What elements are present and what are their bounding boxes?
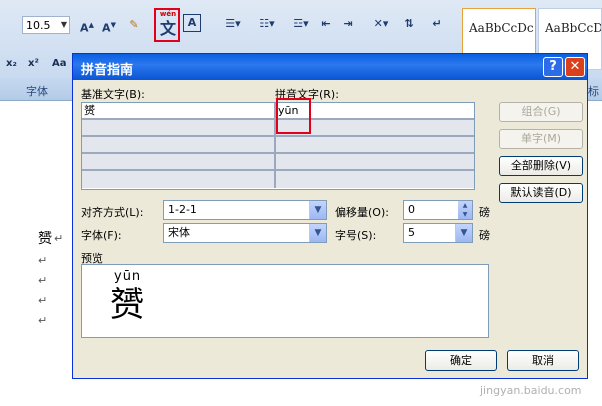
phonetic-guide-dialog: 拼音指南 ? ✕ 基准文字(B): 拼音文字(R): 赟 yūn 组合(G) 单… [72,53,588,379]
paragraph-mark: ↵ [38,294,48,307]
document-text-line: 赟 [38,231,52,247]
ruby-text-field[interactable] [276,171,474,188]
paragraph-mark: ↵ [38,274,48,287]
font-size-value: 10.5 [26,19,51,32]
size-select[interactable]: 5 ▼ [403,223,473,243]
chevron-down-icon[interactable]: ▼ [58,16,70,34]
size-value: 5 [408,226,415,239]
ok-button-label: 确定 [450,354,472,367]
font-label: 字体(F): [81,229,122,242]
base-text-field[interactable] [82,154,276,171]
change-case-button[interactable]: Aa [52,58,67,69]
highlight-box-ruby [276,98,311,134]
help-icon: ? [549,59,557,74]
shrink-font-button[interactable]: A▼ [100,15,118,35]
default-reading-button[interactable]: 默认读音(D) [499,183,583,203]
clear-format-icon[interactable]: ✎ [124,15,144,35]
base-text-value: 赟 [84,104,95,117]
ruby-text-field[interactable] [276,154,474,171]
help-button[interactable]: ? [543,57,563,77]
paragraph-mark: ↵ [54,232,64,245]
font-group-label: 字体 [26,85,48,98]
ruby-text-field[interactable] [276,137,474,154]
base-text-field[interactable] [82,120,276,137]
group-button[interactable]: 组合(G) [499,102,583,122]
clear-all-button[interactable]: 全部删除(V) [499,156,583,176]
subscript-button[interactable]: x₂ [6,58,17,69]
decrease-indent-icon[interactable]: ⇤ [318,14,334,34]
preview-box: yūn 赟 [81,264,489,338]
watermark: jingyan.baidu.com [480,384,582,397]
group-button-label: 组合(G) [521,105,561,118]
size-label: 字号(S): [335,229,377,242]
cancel-button-label: 取消 [532,354,554,367]
offset-unit: 磅 [479,206,490,219]
close-icon: ✕ [569,59,581,74]
show-marks-icon[interactable]: ↵ [428,14,446,34]
spin-arrows-icon[interactable]: ▲ ▼ [458,201,472,219]
style-normal-preview: AaBbCcDc [469,21,534,35]
chinese-layout-icon[interactable]: ✕▾ [366,14,396,34]
chevron-down-icon[interactable]: ▼ [309,201,326,219]
offset-label: 偏移量(O): [335,206,389,219]
character-border-button[interactable]: A [183,14,201,32]
base-text-field[interactable]: 赟 [82,103,276,120]
paragraph-mark: ↵ [38,314,48,327]
styles-group-label-partial: 标 [588,85,599,98]
increase-indent-icon[interactable]: ⇥ [340,14,356,34]
ok-button[interactable]: 确定 [425,350,497,371]
alignment-value: 1-2-1 [168,203,197,216]
highlight-box-ribbon [154,8,180,42]
character-border-glyph: A [187,16,197,29]
offset-spinner[interactable]: 0 ▲ ▼ [403,200,473,220]
offset-value: 0 [408,203,415,216]
sort-icon[interactable]: ⇅ [400,14,418,34]
chevron-down-icon[interactable]: ▼ [309,224,326,242]
close-button[interactable]: ✕ [565,57,585,77]
preview-char: 赟 [110,285,144,325]
numbering-icon[interactable]: ☷▾ [252,14,282,34]
mono-button-label: 单字(M) [520,132,562,145]
dialog-titlebar[interactable]: 拼音指南 ? ✕ [73,54,587,80]
superscript-button[interactable]: x² [28,58,39,69]
preview-ruby: yūn [114,269,142,284]
alignment-select[interactable]: 1-2-1 ▼ [163,200,327,220]
base-text-field[interactable] [82,171,276,188]
chevron-down-icon[interactable]: ▼ [455,224,472,242]
bullets-icon[interactable]: ☰▾ [218,14,248,34]
default-reading-button-label: 默认读音(D) [510,186,572,199]
font-select[interactable]: 宋体 ▼ [163,223,327,243]
cancel-button[interactable]: 取消 [507,350,579,371]
size-unit: 磅 [479,229,490,242]
clear-all-button-label: 全部删除(V) [510,159,572,172]
font-value: 宋体 [168,226,190,239]
base-text-field[interactable] [82,137,276,154]
alignment-label: 对齐方式(L): [81,206,144,219]
base-text-label: 基准文字(B): [81,88,145,101]
multilevel-list-icon[interactable]: ☲▾ [286,14,316,34]
mono-button[interactable]: 单字(M) [499,129,583,149]
dialog-title: 拼音指南 [81,63,134,78]
style-no-spacing-preview: AaBbCcDc [545,21,602,35]
grow-font-button[interactable]: A▲ [78,15,96,35]
paragraph-mark: ↵ [38,254,48,267]
